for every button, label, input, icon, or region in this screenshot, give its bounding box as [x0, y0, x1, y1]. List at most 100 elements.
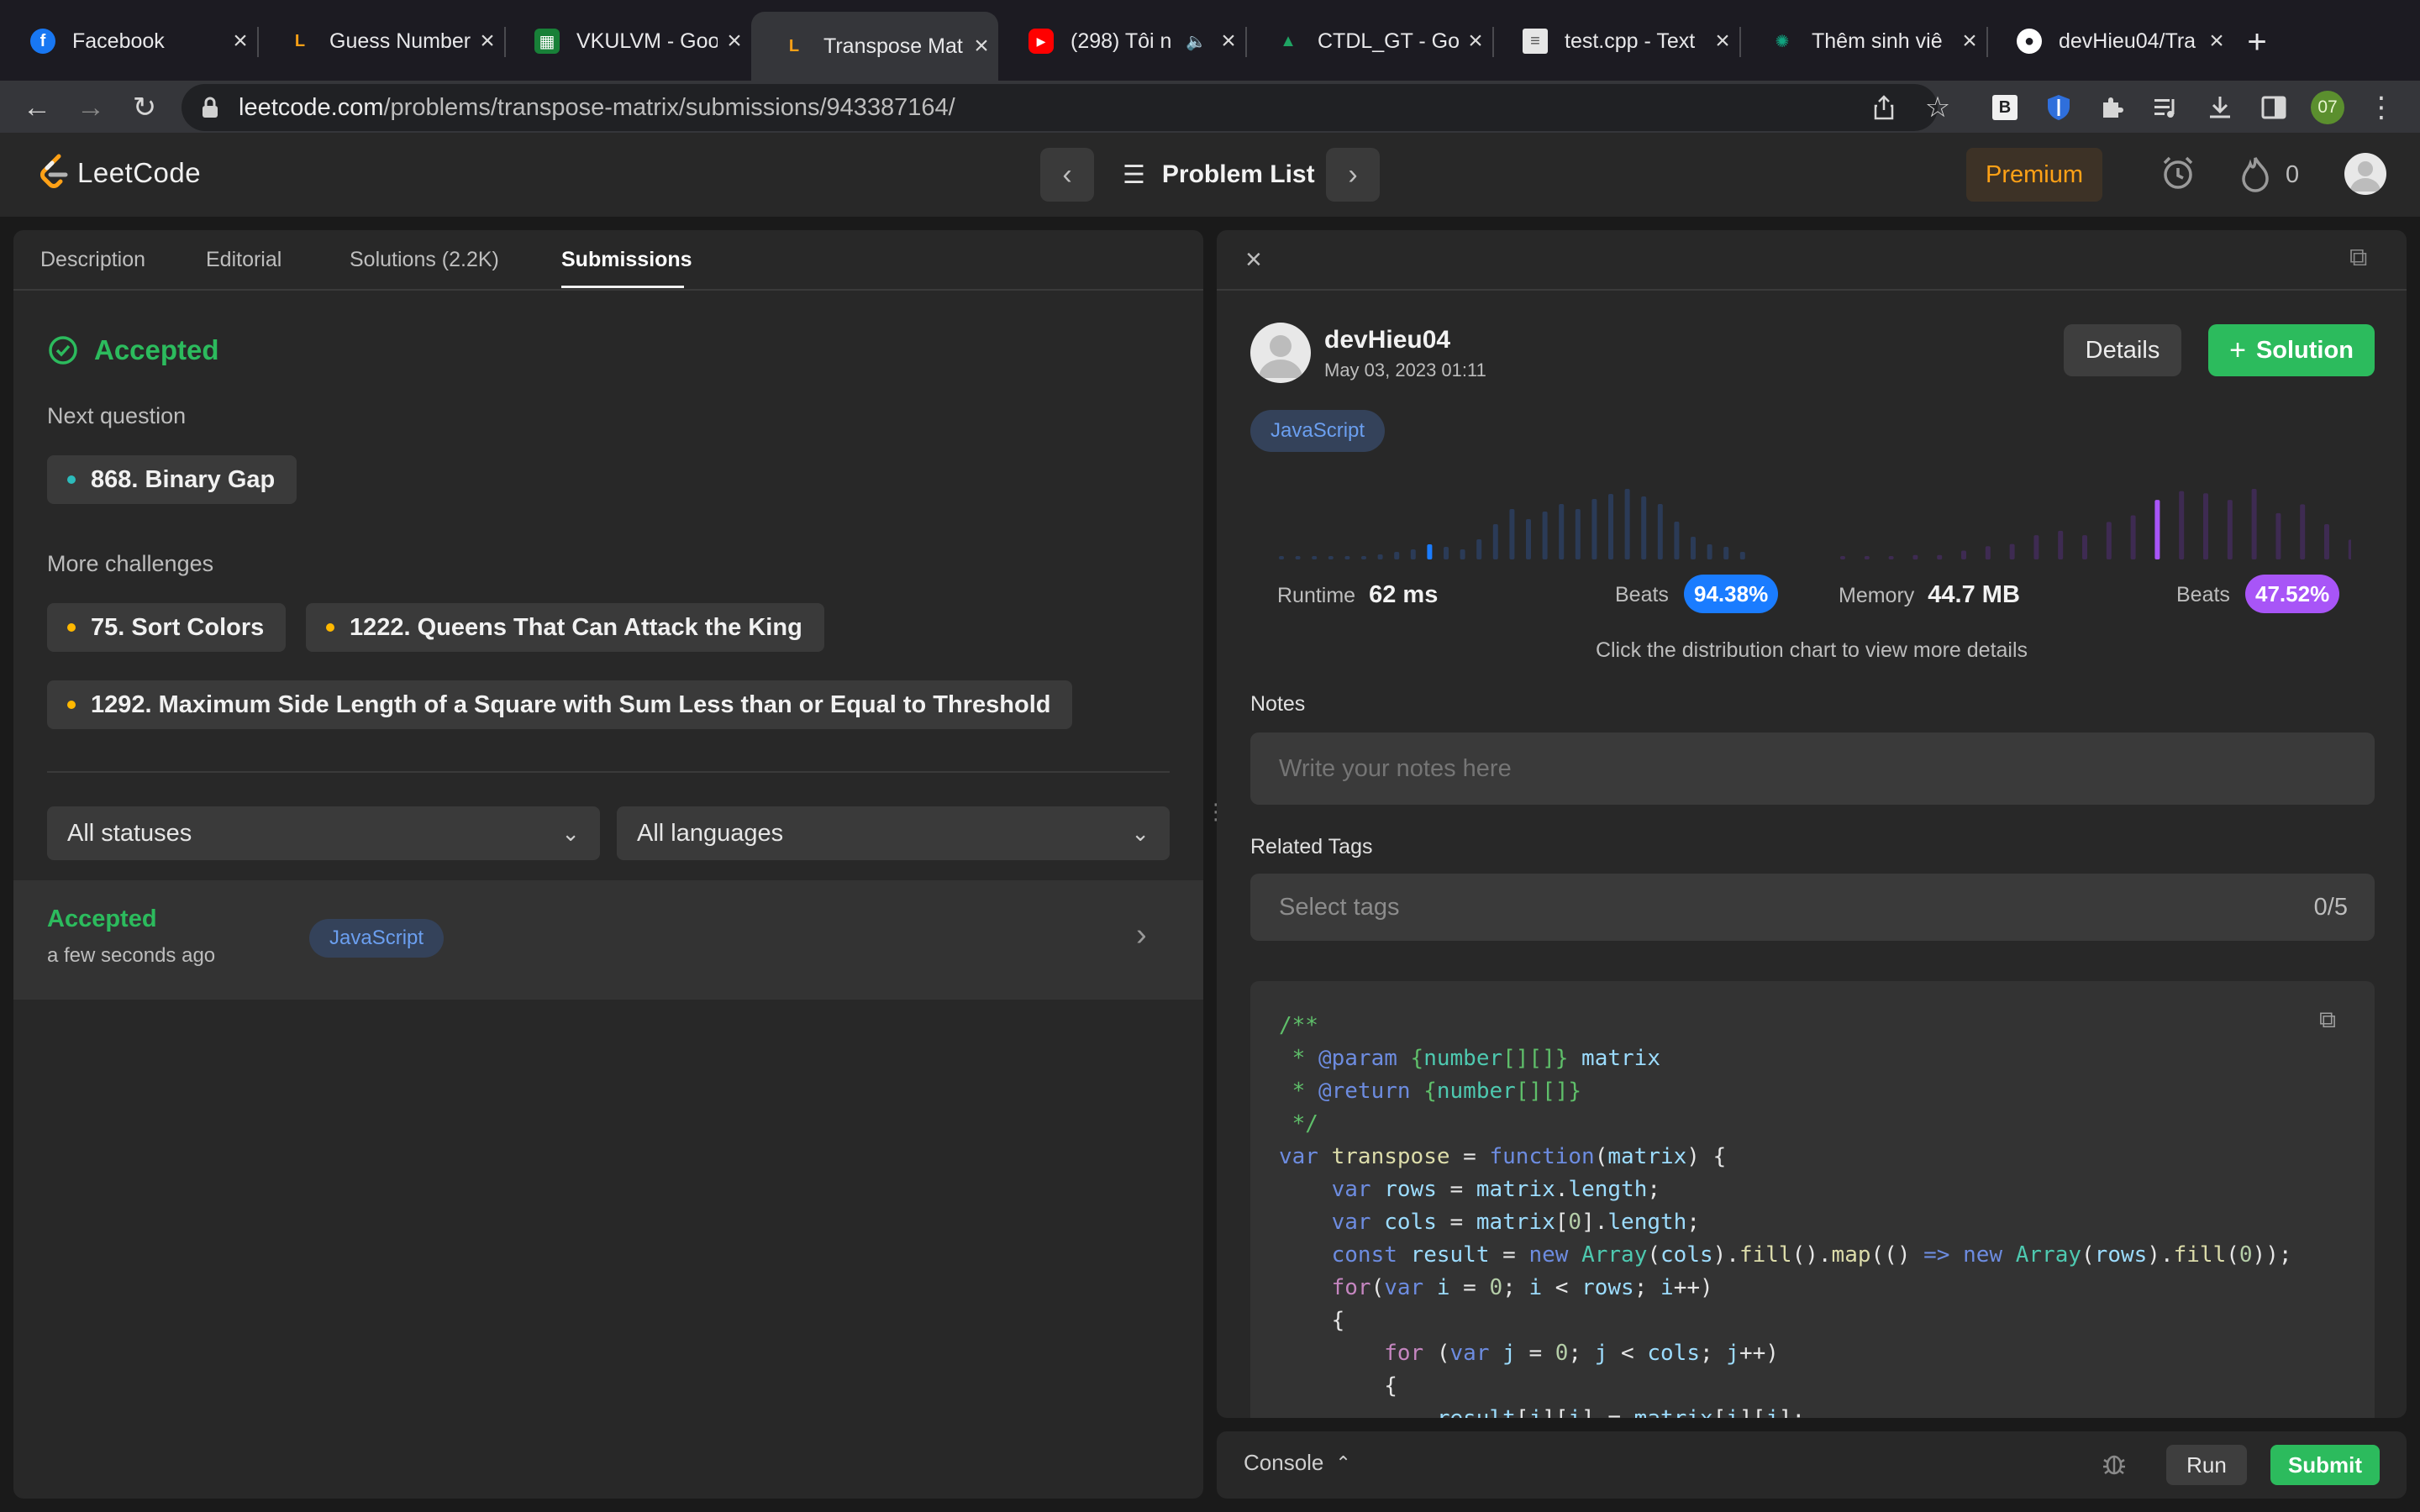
distribution-bar[interactable] — [1377, 554, 1383, 559]
runtime-distribution-chart[interactable] — [1277, 482, 1754, 563]
distribution-bar[interactable] — [1476, 539, 1482, 559]
distribution-bar[interactable] — [2227, 500, 2233, 559]
browser-tab[interactable]: L Guess Number × — [257, 12, 504, 71]
memory-distribution-chart[interactable] — [1839, 482, 2351, 563]
tab-close-icon[interactable]: × — [1706, 27, 1739, 55]
distribution-bar[interactable] — [2130, 515, 2136, 560]
premium-button[interactable]: Premium — [1966, 148, 2102, 202]
submit-button[interactable]: Submit — [2270, 1445, 2380, 1485]
tab-solutions[interactable]: Solutions (2.2K) — [350, 230, 499, 289]
leetcode-logo[interactable]: LeetCode — [37, 153, 201, 193]
distribution-bar[interactable] — [1312, 556, 1318, 559]
distribution-bar[interactable] — [1961, 550, 1966, 560]
distribution-bar[interactable] — [1361, 556, 1366, 559]
browser-tab[interactable]: ≡ test.cpp - Text × — [1492, 12, 1739, 71]
browser-tab[interactable]: ✺ Thêm sinh viê × — [1739, 12, 1986, 71]
submission-row[interactable]: Accepted a few seconds ago JavaScript › — [13, 880, 1203, 1000]
distribution-bar[interactable] — [2033, 535, 2039, 559]
tab-close-icon[interactable]: × — [1459, 27, 1492, 55]
puzzle-extensions-icon[interactable] — [2092, 87, 2133, 128]
distribution-bar[interactable] — [2300, 504, 2306, 559]
run-button[interactable]: Run — [2166, 1445, 2247, 1485]
side-panel-icon[interactable] — [2254, 87, 2294, 128]
problem-list-button[interactable]: ☰ Problem List — [1123, 148, 1315, 202]
distribution-bar[interactable] — [1328, 556, 1334, 559]
distribution-bar[interactable] — [1985, 546, 1991, 560]
distribution-bar[interactable] — [1912, 554, 1918, 560]
tab-description[interactable]: Description — [40, 230, 145, 289]
extension-b-icon[interactable]: B — [1985, 87, 2025, 128]
distribution-bar[interactable] — [1591, 499, 1597, 559]
profile-avatar[interactable]: 07 — [2307, 87, 2348, 128]
distribution-bar[interactable] — [1657, 504, 1663, 559]
panel-resize-handle[interactable]: ⋮ — [1205, 801, 1227, 840]
challenge-chip[interactable]: 1292. Maximum Side Length of a Square wi… — [47, 680, 1073, 729]
distribution-bar[interactable] — [1641, 496, 1647, 559]
add-solution-button[interactable]: + Solution — [2208, 324, 2375, 376]
bug-icon[interactable] — [2099, 1448, 2133, 1482]
distribution-bar[interactable] — [1526, 519, 1531, 559]
distribution-bar[interactable] — [1542, 512, 1548, 559]
distribution-bar[interactable] — [2275, 512, 2281, 559]
distribution-bar[interactable] — [1460, 549, 1465, 559]
user-avatar[interactable] — [2344, 153, 2386, 195]
copy-icon[interactable]: ⧉ — [2319, 1006, 2336, 1034]
reload-icon[interactable]: ↻ — [124, 87, 165, 128]
distribution-bar[interactable] — [2106, 522, 2112, 559]
tab-close-icon[interactable]: × — [224, 27, 257, 55]
back-arrow-icon[interactable]: ← — [17, 87, 57, 128]
speaker-icon[interactable]: 🔈 — [1186, 31, 1207, 52]
browser-tab[interactable]: f Facebook × — [0, 12, 257, 71]
close-icon[interactable]: × — [1245, 244, 1262, 276]
distribution-bar[interactable] — [1492, 524, 1498, 559]
external-link-icon[interactable]: ⧉ — [2349, 244, 2367, 272]
distribution-bar[interactable] — [1723, 547, 1729, 559]
browser-tab[interactable]: ▦ VKULVM - Goo × — [504, 12, 751, 71]
shield-extension-icon[interactable] — [2039, 87, 2079, 128]
tab-close-icon[interactable]: × — [1953, 27, 1986, 55]
distribution-bar[interactable] — [1410, 549, 1416, 559]
distribution-bar[interactable] — [2082, 535, 2087, 559]
tab-close-icon[interactable]: × — [718, 27, 751, 55]
distribution-bar[interactable] — [1608, 494, 1613, 559]
alarm-clock-icon[interactable] — [2158, 153, 2202, 197]
distribution-bar[interactable] — [1691, 537, 1696, 559]
challenge-chip[interactable]: 75. Sort Colors — [47, 603, 287, 652]
distribution-bar[interactable] — [1295, 556, 1301, 559]
distribution-bar[interactable] — [1509, 509, 1515, 559]
tab-close-icon[interactable]: × — [2200, 27, 2233, 55]
status-filter-select[interactable]: All statuses ⌄ — [47, 806, 600, 860]
distribution-bar[interactable] — [2348, 539, 2351, 559]
next-question-chip[interactable]: 868. Binary Gap — [47, 455, 297, 504]
browser-tab[interactable]: ▶ (298) Tôi n 🔈 × — [998, 12, 1245, 71]
distribution-bar[interactable] — [1864, 556, 1870, 559]
tab-close-icon[interactable]: × — [471, 27, 504, 55]
distribution-bar[interactable] — [1739, 552, 1745, 559]
distribution-bar[interactable] — [1444, 547, 1449, 559]
submitter-name[interactable]: devHieu04 — [1324, 326, 1450, 354]
distribution-bar[interactable] — [1279, 556, 1284, 559]
lock-icon[interactable] — [190, 87, 230, 128]
url-text[interactable]: leetcode.com/problems/transpose-matrix/s… — [239, 87, 955, 128]
tab-close-icon[interactable]: × — [965, 32, 998, 60]
next-problem-button[interactable]: › — [1326, 148, 1380, 202]
tab-close-icon[interactable]: × — [1212, 27, 1245, 55]
media-controls-icon[interactable] — [2146, 87, 2186, 128]
distribution-bar[interactable] — [2324, 524, 2329, 559]
previous-problem-button[interactable]: ‹ — [1040, 148, 1094, 202]
notes-input[interactable] — [1250, 732, 2375, 805]
distribution-bar[interactable] — [1575, 509, 1581, 559]
star-icon[interactable]: ☆ — [1918, 87, 1958, 128]
distribution-bar[interactable] — [1937, 554, 1943, 560]
console-toggle[interactable]: Console ⌃ — [1244, 1450, 1351, 1476]
kebab-menu-icon[interactable]: ⋮ — [2361, 87, 2402, 128]
distribution-bar[interactable] — [1707, 544, 1712, 559]
distribution-bar[interactable] — [2154, 500, 2160, 559]
share-icon[interactable] — [1864, 87, 1904, 128]
new-tab-button[interactable]: + — [2233, 18, 2281, 66]
distribution-bar[interactable] — [2058, 530, 2064, 559]
forward-arrow-icon[interactable]: → — [71, 87, 111, 128]
distribution-bar[interactable] — [1394, 552, 1400, 559]
browser-tab[interactable]: ▲ CTDL_GT - Go × — [1245, 12, 1492, 71]
browser-tab[interactable]: L Transpose Mat × — [751, 12, 998, 81]
